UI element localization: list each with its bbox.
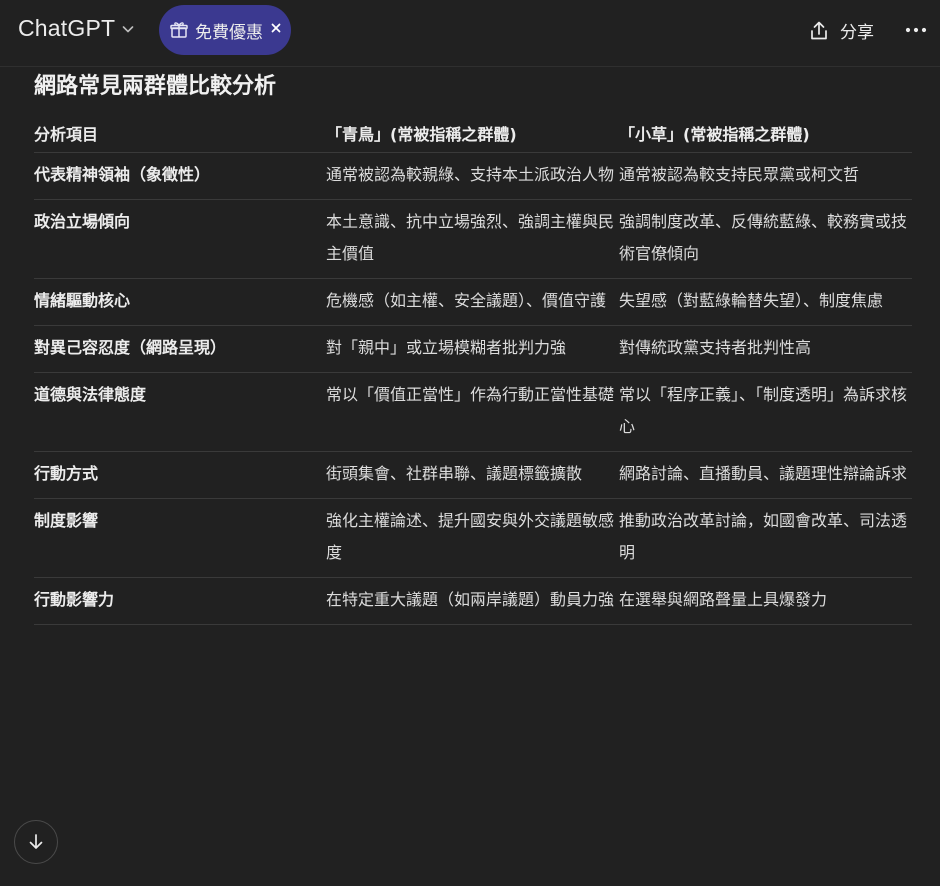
table-cell: 強化主權論述、提升國安與外交議題敏感度 [326,498,619,578]
app-title: ChatGPT [18,15,116,41]
header-divider [0,66,940,67]
free-offer-label: 免費優惠 [195,22,263,43]
table-cell: 制度影響 [34,498,326,578]
table-row: 行動影響力 在特定重大議題（如兩岸議題）動員力強 在選舉與網路聲量上具爆發力 [34,577,912,625]
table-cell: 本土意識、抗中立場強烈、強調主權與民主價值 [326,199,619,279]
table-cell: 對異己容忍度（網路呈現） [34,325,326,373]
table-cell: 代表精神領袖（象徵性） [34,152,326,200]
share-icon [811,21,827,39]
table-row: 對異己容忍度（網路呈現） 對「親中」或立場模糊者批判力強 對傳統政黨支持者批判性… [34,325,912,373]
table-row: 政治立場傾向 本土意識、抗中立場強烈、強調主權與民主價值 強調制度改革、反傳統藍… [34,199,912,279]
table-cell: 在特定重大議題（如兩岸議題）動員力強 [326,577,619,625]
table-cell: 情緒驅動核心 [34,278,326,326]
table-cell: 網路討論、直播動員、議題理性辯論訴求 [619,451,912,499]
table-row: 行動方式 街頭集會、社群串聯、議題標籤擴散 網路討論、直播動員、議題理性辯論訴求 [34,451,912,499]
table-cell: 失望感（對藍綠輪替失望）、制度焦慮 [619,278,912,326]
table-row: 情緒驅動核心 危機感（如主權、安全議題）、價值守護 失望感（對藍綠輪替失望）、制… [34,278,912,326]
chevron-down-icon [122,25,134,32]
table-header-row: 分析項目 「青鳥」(常被指稱之群體) 「小草」(常被指稱之群體) [34,114,912,153]
column-header: 分析項目 [34,114,326,153]
table-cell: 街頭集會、社群串聯、議題標籤擴散 [326,451,619,499]
share-button[interactable]: 分享 [808,18,874,43]
table-cell: 通常被認為較親綠、支持本土派政治人物 [326,152,619,200]
table-cell: 危機感（如主權、安全議題）、價值守護 [326,278,619,326]
table-cell: 道德與法律態度 [34,372,326,452]
table-cell: 通常被認為較支持民眾黨或柯文哲 [619,152,912,200]
table-cell: 在選舉與網路聲量上具爆發力 [619,577,912,625]
gift-icon [170,22,188,38]
top-bar: ChatGPT 免費優惠 分享 [0,0,940,62]
close-icon[interactable] [269,21,283,35]
table-row: 代表精神領袖（象徵性） 通常被認為較親綠、支持本土派政治人物 通常被認為較支持民… [34,152,912,200]
table-cell: 行動影響力 [34,577,326,625]
share-label: 分享 [840,23,874,43]
free-offer-pill[interactable]: 免費優惠 [159,5,291,55]
more-icon [905,27,927,33]
model-selector[interactable]: ChatGPT [18,15,135,42]
table-cell: 常以「價值正當性」作為行動正當性基礎 [326,372,619,452]
table-cell: 強調制度改革、反傳統藍綠、較務實或技術官僚傾向 [619,199,912,279]
more-options-button[interactable] [904,20,928,40]
table-cell: 政治立場傾向 [34,199,326,279]
scroll-to-bottom-button[interactable] [14,820,58,864]
column-header: 「青鳥」(常被指稱之群體) [326,114,619,153]
arrow-down-icon [29,834,43,849]
comparison-table: 分析項目 「青鳥」(常被指稱之群體) 「小草」(常被指稱之群體) 代表精神領袖（… [34,114,912,625]
table-row: 道德與法律態度 常以「價值正當性」作為行動正當性基礎 常以「程序正義」、「制度透… [34,372,912,452]
section-heading: 網路常見兩群體比較分析 [34,74,277,99]
table-row: 制度影響 強化主權論述、提升國安與外交議題敏感度 推動政治改革討論，如國會改革、… [34,498,912,578]
table-cell: 行動方式 [34,451,326,499]
column-header: 「小草」(常被指稱之群體) [619,114,912,153]
table-cell: 常以「程序正義」、「制度透明」為訴求核心 [619,372,912,452]
table-cell: 對傳統政黨支持者批判性高 [619,325,912,373]
table-cell: 推動政治改革討論，如國會改革、司法透明 [619,498,912,578]
table-cell: 對「親中」或立場模糊者批判力強 [326,325,619,373]
